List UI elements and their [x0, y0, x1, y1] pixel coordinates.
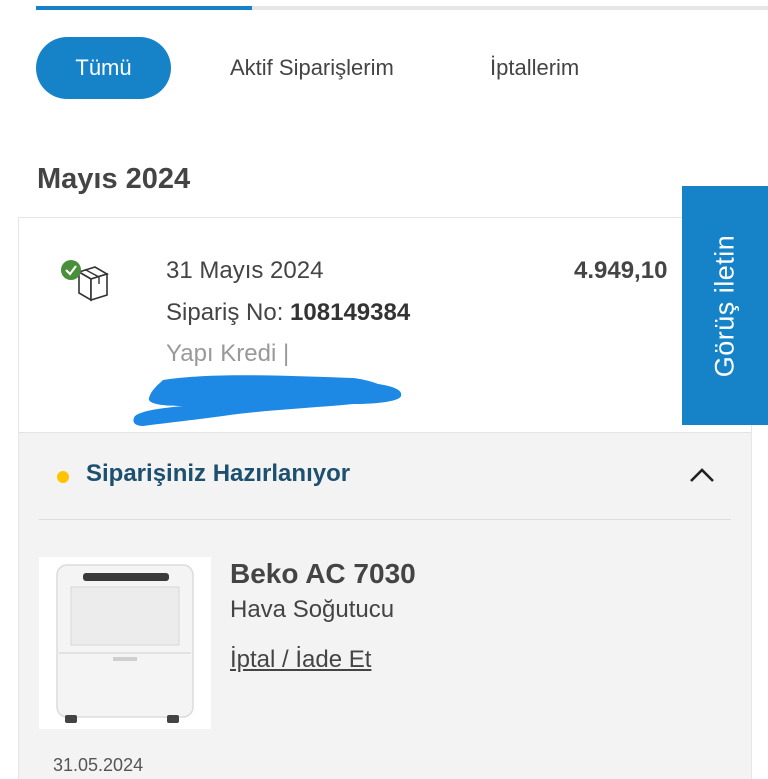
- product-image[interactable]: [39, 557, 211, 729]
- redaction-mark: [133, 375, 402, 426]
- cancel-return-link[interactable]: İptal / İade Et: [230, 646, 371, 674]
- product-category: Hava Soğutucu: [230, 596, 395, 623]
- order-number-line: Sipariş No: 108149384: [166, 299, 410, 327]
- order-number-label: Sipariş No:: [166, 299, 284, 326]
- package-check-icon: [61, 260, 109, 302]
- status-text: Siparişiniz Hazırlanıyor: [86, 460, 351, 487]
- tab-all[interactable]: Tümü: [36, 37, 171, 99]
- month-heading: Mayıs 2024: [37, 163, 191, 195]
- feedback-button[interactable]: Görüş iletin: [682, 186, 768, 425]
- top-progress-bar: [0, 0, 768, 10]
- status-dot: [57, 471, 69, 483]
- order-amount: 4.949,10: [574, 257, 668, 284]
- order-date: 31 Mayıs 2024: [166, 257, 324, 284]
- order-summary[interactable]: 31 Mayıs 2024 Sipariş No: 108149384 4.94…: [19, 218, 751, 433]
- tab-active-orders[interactable]: Aktif Siparişlerim: [230, 37, 394, 99]
- feedback-label: Görüş iletin: [709, 234, 740, 377]
- tab-cancellations[interactable]: İptallerim: [490, 37, 579, 99]
- order-number: 108149384: [290, 299, 411, 326]
- product-name[interactable]: Beko AC 7030: [230, 558, 416, 590]
- progress-active: [36, 6, 252, 10]
- order-status-section: Siparişiniz Hazırlanıyor Beko AC 7030 Ha…: [19, 432, 751, 779]
- status-row[interactable]: Siparişiniz Hazırlanıyor: [39, 433, 731, 520]
- shipment-date: 31.05.2024: [53, 755, 144, 775]
- payment-method: Yapı Kredi |: [166, 340, 290, 367]
- order-card: 31 Mayıs 2024 Sipariş No: 108149384 4.94…: [18, 217, 752, 779]
- chevron-up-icon[interactable]: [687, 461, 717, 491]
